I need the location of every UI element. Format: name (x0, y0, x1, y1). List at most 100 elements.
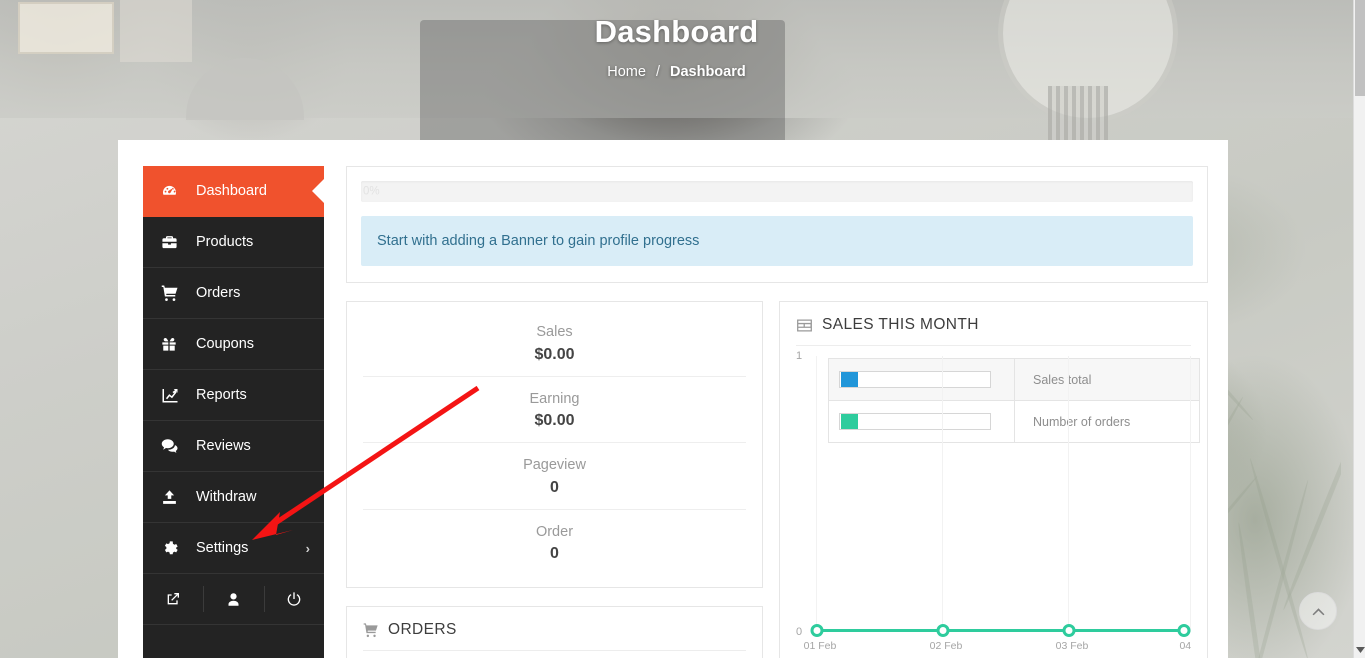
legend-swatch-cell-number-of-orders (828, 400, 1015, 443)
legend-color-number-of-orders (841, 414, 858, 429)
orders-card-title: ORDERS (388, 621, 457, 639)
shopping-cart-icon (161, 284, 187, 302)
stat-value-pageview: 0 (550, 478, 559, 496)
sales-chart-divider (796, 345, 1191, 346)
chart-bar-icon (796, 318, 813, 333)
gift-icon (161, 336, 187, 352)
x-axis-tick-2: 02 Feb (929, 640, 963, 652)
legend-color-sales-total (841, 372, 858, 387)
dashboard-lower-row: Sales $0.00 Earning $0.00 Pageview 0 Ord… (346, 301, 1208, 658)
shopping-cart-icon (363, 622, 379, 638)
legend-swatch-bar-sales-total (839, 371, 991, 388)
profile-progress-percent: 0% (363, 184, 380, 197)
sidebar-item-dashboard[interactable]: Dashboard (143, 166, 324, 217)
sidebar-item-reviews[interactable]: Reviews (143, 421, 324, 472)
chart-line-icon (161, 386, 187, 404)
sales-chart-card: SALES THIS MONTH 1 0 Sales total Number … (779, 301, 1208, 658)
breadcrumb: Home / Dashboard (0, 64, 1353, 80)
profile-progress-card: 0% Start with adding a Banner to gain pr… (346, 166, 1208, 283)
scrollbar-thumb[interactable] (1355, 0, 1365, 96)
right-column: SALES THIS MONTH 1 0 Sales total Number … (779, 301, 1208, 658)
stat-sales: Sales $0.00 (363, 310, 746, 377)
breadcrumb-home-link[interactable]: Home (607, 64, 646, 80)
legend-row-sales-total[interactable]: Sales total (828, 358, 1200, 401)
y-axis-tick-top: 1 (796, 350, 803, 362)
x-gridline-2 (942, 356, 943, 632)
legend-label-number-of-orders: Number of orders (1014, 400, 1200, 443)
sidebar-label-reviews: Reviews (196, 438, 251, 454)
sales-chart-header: SALES THIS MONTH (796, 316, 1191, 345)
banner-alert: Start with adding a Banner to gain profi… (361, 216, 1193, 266)
sidebar-label-products: Products (196, 234, 254, 250)
series-point-3[interactable] (1062, 624, 1076, 637)
page-title: Dashboard (594, 14, 759, 49)
stat-earning: Earning $0.00 (363, 377, 746, 444)
legend-label-sales-total: Sales total (1014, 358, 1200, 401)
banner-alert-text: Start with adding a Banner to gain profi… (377, 233, 700, 249)
visit-store-icon[interactable] (143, 574, 203, 624)
sidebar-item-settings[interactable]: Settings › (143, 523, 324, 574)
browser-scrollbar[interactable] (1353, 0, 1365, 658)
sidebar-item-withdraw[interactable]: Withdraw (143, 472, 324, 523)
stat-label-earning: Earning (529, 390, 580, 407)
breadcrumb-separator: / (655, 64, 660, 80)
stat-value-earning: $0.00 (534, 412, 575, 430)
sidebar-item-orders[interactable]: Orders (143, 268, 324, 319)
stat-value-sales: $0.00 (534, 345, 575, 363)
legend-row-number-of-orders[interactable]: Number of orders (828, 400, 1200, 443)
series-line-number-of-orders (822, 629, 1185, 632)
sales-chart-title: SALES THIS MONTH (822, 316, 979, 333)
scrollbar-down-arrow-icon[interactable] (1354, 643, 1365, 657)
orders-card: ORDERS Total 0 Completed 0 Pending 0 (346, 606, 763, 658)
upload-icon (161, 489, 187, 506)
sidebar-item-reports[interactable]: Reports (143, 370, 324, 421)
orders-card-header: ORDERS (363, 621, 746, 650)
legend-swatch-cell-sales-total (828, 358, 1015, 401)
y-axis-tick-bottom: 0 (796, 626, 803, 638)
orders-card-divider (363, 650, 746, 652)
series-point-4[interactable] (1177, 624, 1191, 637)
sidebar-item-products[interactable]: Products (143, 217, 324, 268)
page-header: Dashboard Home / Dashboard (0, 0, 1353, 140)
sidebar-item-coupons[interactable]: Coupons (143, 319, 324, 370)
sidebar-label-settings: Settings (196, 540, 249, 556)
stat-label-order: Order (535, 523, 574, 540)
chart-legend: Sales total Number of orders (828, 358, 1200, 443)
comment-icon (161, 437, 187, 455)
sidebar-label-dashboard: Dashboard (196, 183, 267, 199)
stat-label-pageview: Pageview (523, 457, 586, 474)
scroll-to-top-button[interactable] (1299, 592, 1337, 630)
x-axis-tick-4: 04 (1179, 640, 1192, 652)
dashboard-content: 0% Start with adding a Banner to gain pr… (346, 166, 1208, 658)
x-gridline-4 (1190, 356, 1191, 632)
power-logout-icon[interactable] (263, 574, 324, 624)
sidebar-navigation: Dashboard Products Orders Coupons Report (143, 166, 324, 658)
stat-value-order: 0 (550, 545, 559, 563)
x-axis-tick-1: 01 Feb (803, 640, 837, 652)
stat-pageview: Pageview 0 (363, 443, 746, 510)
sales-chart-plot: 1 0 Sales total Number of orders 01 Feb … (796, 350, 1200, 652)
user-profile-icon[interactable] (203, 574, 263, 624)
sidebar-label-orders: Orders (196, 285, 241, 301)
summary-stats-card: Sales $0.00 Earning $0.00 Pageview 0 Ord… (346, 301, 763, 589)
stat-order: Order 0 (363, 510, 746, 576)
series-point-1[interactable] (810, 624, 824, 637)
stat-label-sales: Sales (536, 324, 573, 340)
sidebar-label-withdraw: Withdraw (196, 489, 257, 505)
chevron-right-icon: › (305, 540, 310, 556)
left-column: Sales $0.00 Earning $0.00 Pageview 0 Ord… (346, 301, 763, 658)
sidebar-label-coupons: Reports (196, 387, 247, 403)
x-gridline-3 (1068, 356, 1069, 632)
x-axis-tick-3: 03 Feb (1055, 640, 1089, 652)
legend-swatch-bar-number-of-orders (839, 413, 991, 430)
speedometer-icon (161, 183, 187, 200)
chevron-up-icon (1312, 607, 1324, 615)
sidebar-action-bar (143, 574, 324, 625)
dashboard-panel: Dashboard Products Orders Coupons Report (118, 140, 1228, 658)
sidebar-label-reports: Coupons (196, 336, 255, 352)
breadcrumb-current: Dashboard (669, 64, 746, 80)
briefcase-icon (161, 234, 187, 251)
gear-icon (161, 540, 187, 557)
profile-progress-bar: 0% (361, 181, 1193, 202)
series-point-2[interactable] (936, 624, 950, 637)
